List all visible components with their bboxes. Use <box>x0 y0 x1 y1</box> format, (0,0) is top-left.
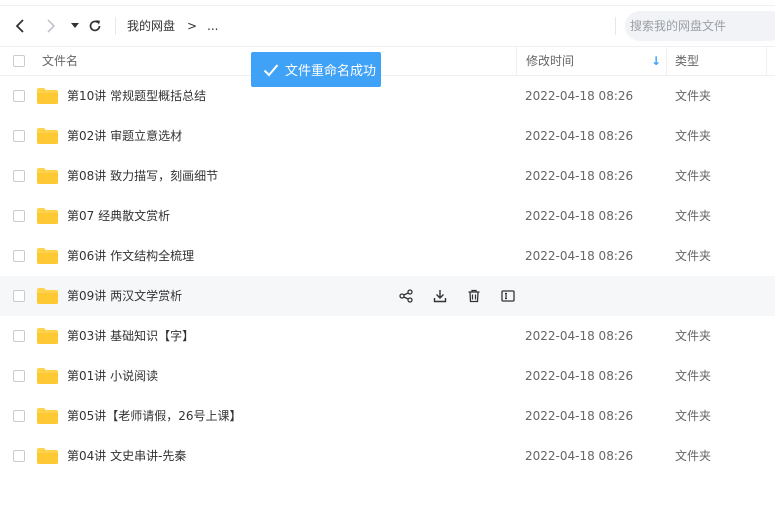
row-checkbox[interactable] <box>13 130 25 142</box>
file-name[interactable]: 第04讲 文史串讲-先秦 <box>67 436 186 476</box>
forward-button[interactable] <box>41 6 61 46</box>
file-type: 文件夹 <box>675 129 712 143</box>
share-button[interactable] <box>396 286 416 306</box>
file-type: 文件夹 <box>675 369 712 383</box>
history-dropdown-button[interactable] <box>68 6 82 46</box>
file-type: 文件夹 <box>675 449 712 463</box>
file-modified: 2022-04-18 08:26 <box>525 169 634 183</box>
file-modified: 2022-04-18 08:26 <box>525 409 634 423</box>
row-checkbox[interactable] <box>13 410 25 422</box>
file-row[interactable]: 第07 经典散文赏析 2022-04-18 08:26 文件夹 <box>0 196 775 236</box>
file-row[interactable]: 第10讲 常规题型概括总结 2022-04-18 08:26 文件夹 <box>0 76 775 116</box>
folder-icon <box>37 208 58 224</box>
delete-button[interactable] <box>464 286 484 306</box>
search-input[interactable]: 搜索我的网盘文件 <box>625 11 775 41</box>
row-checkbox[interactable] <box>13 250 25 262</box>
file-modified: 2022-04-18 08:26 <box>525 89 634 103</box>
file-row[interactable]: 第04讲 文史串讲-先秦 2022-04-18 08:26 文件夹 <box>0 436 775 476</box>
chevron-right-icon <box>47 19 56 33</box>
row-checkbox[interactable] <box>13 290 25 302</box>
column-header-modified[interactable]: 修改时间 <box>526 47 574 75</box>
refresh-icon <box>89 20 101 32</box>
file-modified: 2022-04-18 08:26 <box>525 369 634 383</box>
caret-down-icon <box>71 23 79 28</box>
folder-icon <box>37 368 58 384</box>
file-type: 文件夹 <box>675 409 712 423</box>
file-modified: 2022-04-18 08:26 <box>525 209 634 223</box>
search-divider <box>615 17 616 35</box>
breadcrumb-separator: > <box>187 19 198 33</box>
table-header: 文件名 修改时间 ↓ 类型 <box>0 46 775 76</box>
row-checkbox[interactable] <box>13 210 25 222</box>
rename-button[interactable] <box>498 286 518 306</box>
file-type: 文件夹 <box>675 329 712 343</box>
file-name[interactable]: 第07 经典散文赏析 <box>67 196 170 236</box>
refresh-button[interactable] <box>86 6 104 46</box>
file-name[interactable]: 第08讲 致力描写，刻画细节 <box>67 156 218 196</box>
row-checkbox[interactable] <box>13 170 25 182</box>
breadcrumb-root[interactable]: 我的网盘 <box>127 6 175 46</box>
column-divider[interactable] <box>516 47 517 75</box>
file-name[interactable]: 第01讲 小说阅读 <box>67 356 158 396</box>
folder-icon <box>37 168 58 184</box>
column-header-name[interactable]: 文件名 <box>42 47 78 75</box>
download-button[interactable] <box>430 286 450 306</box>
download-icon <box>433 290 447 303</box>
folder-icon <box>37 128 58 144</box>
share-icon <box>399 289 413 303</box>
file-name[interactable]: 第03讲 基础知识【字】 <box>67 316 194 356</box>
row-checkbox[interactable] <box>13 330 25 342</box>
file-modified: 2022-04-18 08:26 <box>525 129 634 143</box>
folder-icon <box>37 448 58 464</box>
file-row[interactable]: 第05讲【老师请假，26号上课】 2022-04-18 08:26 文件夹 <box>0 396 775 436</box>
folder-icon <box>37 88 58 104</box>
file-name[interactable]: 第09讲 两汉文学赏析 <box>67 276 182 316</box>
row-checkbox[interactable] <box>13 450 25 462</box>
file-row[interactable]: 第06讲 作文结构全梳理 2022-04-18 08:26 文件夹 <box>0 236 775 276</box>
folder-icon <box>37 328 58 344</box>
row-checkbox[interactable] <box>13 90 25 102</box>
file-type: 文件夹 <box>675 209 712 223</box>
column-divider[interactable] <box>766 47 767 75</box>
file-type: 文件夹 <box>675 169 712 183</box>
sort-arrow-icon[interactable]: ↓ <box>651 47 661 75</box>
folder-icon <box>37 248 58 264</box>
success-toast: 文件重命名成功 <box>251 52 381 87</box>
column-divider[interactable] <box>666 47 667 75</box>
nav-divider <box>115 17 116 35</box>
file-row-hovered[interactable]: 第09讲 两汉文学赏析 <box>0 276 775 316</box>
file-name[interactable]: 第05讲【老师请假，26号上课】 <box>67 396 242 436</box>
file-modified: 2022-04-18 08:26 <box>525 449 634 463</box>
file-modified: 2022-04-18 08:26 <box>525 329 634 343</box>
file-row[interactable]: 第08讲 致力描写，刻画细节 2022-04-18 08:26 文件夹 <box>0 156 775 196</box>
check-icon <box>263 63 279 76</box>
file-name[interactable]: 第10讲 常规题型概括总结 <box>67 76 206 116</box>
file-name[interactable]: 第06讲 作文结构全梳理 <box>67 236 194 276</box>
folder-icon <box>37 408 58 424</box>
select-all-checkbox[interactable] <box>13 55 25 67</box>
row-actions <box>396 276 532 316</box>
column-header-type[interactable]: 类型 <box>675 47 699 75</box>
file-type: 文件夹 <box>675 89 712 103</box>
file-name[interactable]: 第02讲 审题立意选材 <box>67 116 182 156</box>
file-row[interactable]: 第01讲 小说阅读 2022-04-18 08:26 文件夹 <box>0 356 775 396</box>
folder-icon <box>37 288 58 304</box>
file-modified: 2022-04-18 08:26 <box>525 249 634 263</box>
rename-icon <box>501 290 515 302</box>
row-checkbox[interactable] <box>13 370 25 382</box>
breadcrumb-more[interactable]: ... <box>207 6 218 46</box>
file-row[interactable]: 第02讲 审题立意选材 2022-04-18 08:26 文件夹 <box>0 116 775 156</box>
back-button[interactable] <box>10 6 30 46</box>
toast-message: 文件重命名成功 <box>285 64 377 79</box>
file-row[interactable]: 第03讲 基础知识【字】 2022-04-18 08:26 文件夹 <box>0 316 775 356</box>
trash-icon <box>468 289 480 303</box>
file-type: 文件夹 <box>675 249 712 263</box>
chevron-left-icon <box>15 19 24 33</box>
